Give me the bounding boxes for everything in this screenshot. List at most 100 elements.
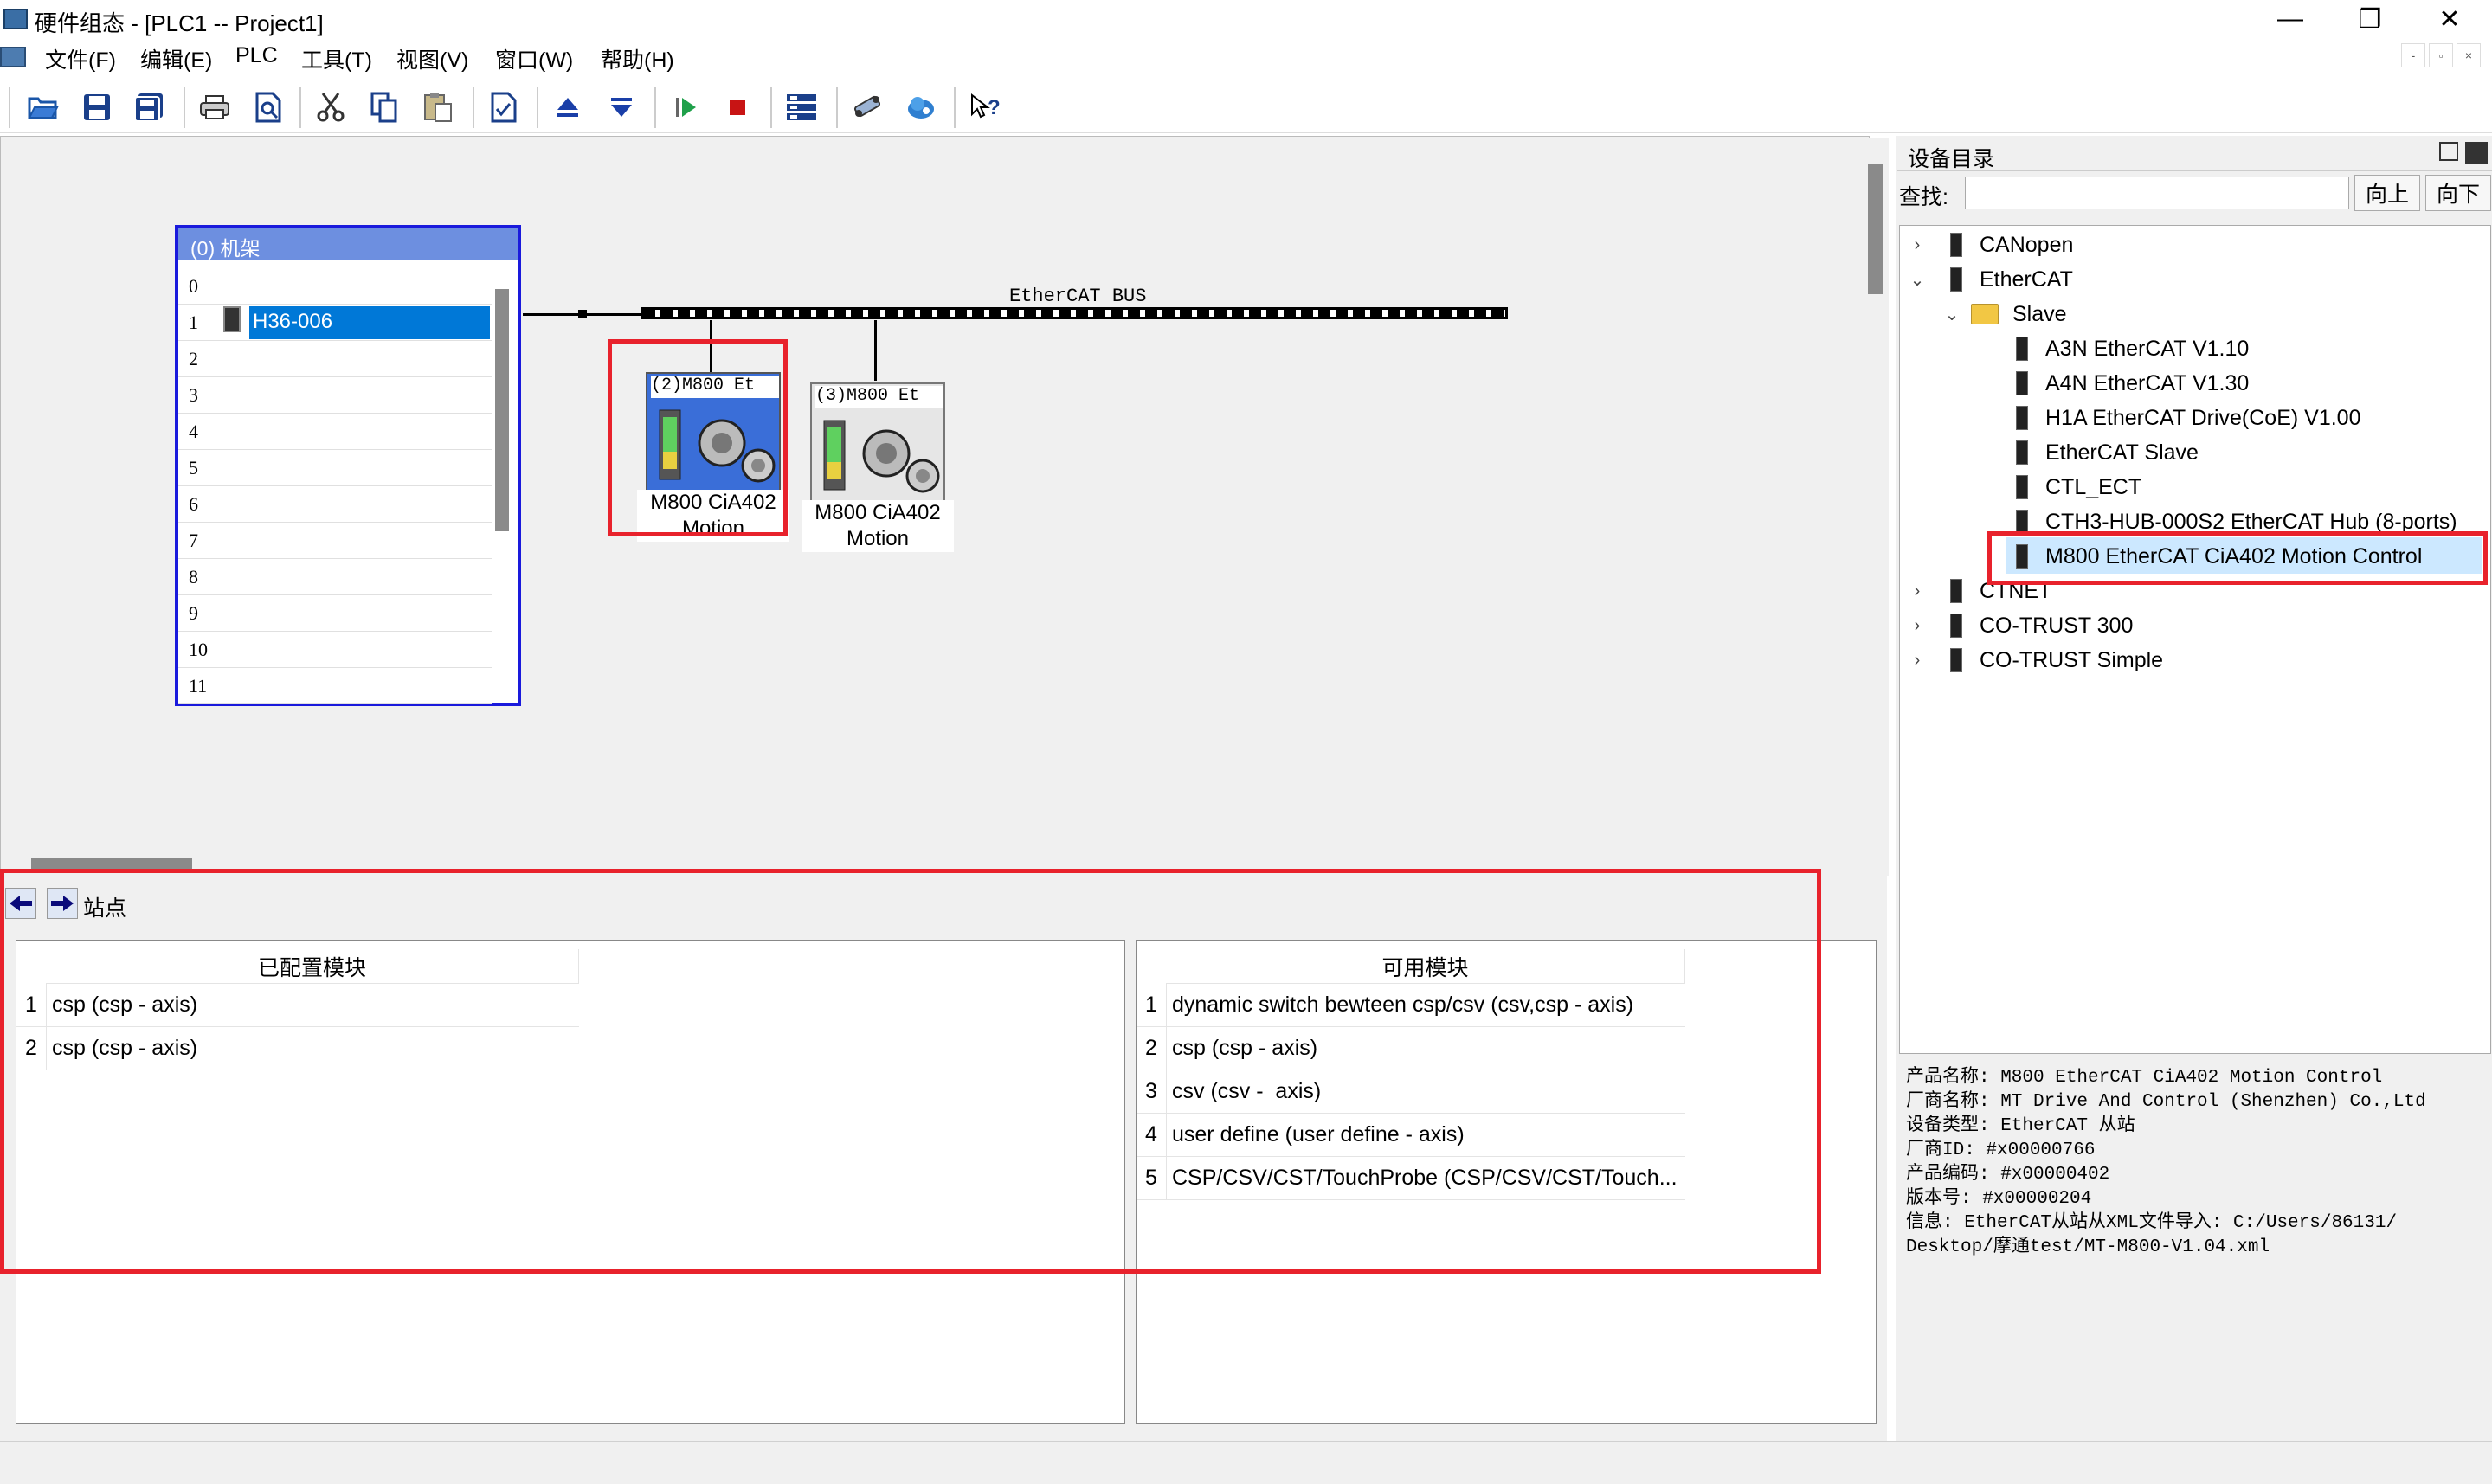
catalog-tree[interactable]: › CANopen ⌄ EtherCAT ⌄ Slave A3N EtherCA… (1899, 225, 2491, 1054)
mdi-close-button[interactable]: × (2457, 43, 2481, 67)
rack-row[interactable]: 2 (178, 341, 492, 377)
rack-row[interactable]: 8 (178, 559, 492, 595)
print-preview-icon[interactable] (249, 88, 287, 126)
rack-row[interactable]: 5 (178, 450, 492, 486)
pin-panel-icon[interactable] (2465, 142, 2488, 164)
rack-row[interactable]: 11 (178, 668, 492, 704)
tree-label: A3N EtherCAT V1.10 (2045, 336, 2250, 361)
rack-scroll-thumb[interactable] (495, 289, 509, 531)
child-window-icon[interactable] (0, 47, 26, 67)
rack-row[interactable]: 3 (178, 377, 492, 414)
highlight-catalog-item (1987, 531, 2488, 585)
print-icon[interactable] (196, 88, 234, 126)
rack-slot[interactable] (222, 633, 490, 666)
rack[interactable]: (0) 机架 0 1 H36-006 2 3 4 5 6 7 8 9 10 11 (175, 225, 521, 706)
tree-label: H1A EtherCAT Drive(CoE) V1.00 (2045, 405, 2361, 430)
rack-row[interactable]: 7 (178, 523, 492, 559)
menu-help[interactable]: 帮助(H) (601, 43, 674, 74)
list-icon[interactable] (782, 88, 821, 126)
restore-button[interactable]: ❐ (2330, 0, 2410, 38)
tree-item-a3n[interactable]: A3N EtherCAT V1.10 (2016, 331, 2249, 366)
tree-item-ethercat[interactable]: ⌄ EtherCAT (1907, 262, 2073, 297)
rack-slot[interactable] (222, 343, 490, 376)
menu-tools[interactable]: 工具(T) (301, 43, 372, 74)
menu-window[interactable]: 窗口(W) (495, 43, 573, 74)
rack-slot[interactable] (222, 488, 490, 521)
copy-icon[interactable] (365, 88, 403, 126)
tree-item-canopen[interactable]: › CANopen (1907, 228, 2073, 262)
canvas-vertical-scrollbar[interactable] (1863, 138, 1889, 876)
rack-slot[interactable] (222, 415, 490, 448)
minimize-button[interactable]: — (2251, 0, 2330, 38)
rack-slot[interactable] (222, 379, 490, 412)
rack-slot[interactable] (222, 524, 490, 557)
toolbar-separator (537, 87, 538, 128)
move-up-icon[interactable] (549, 88, 587, 126)
tree-item-co-trust-300[interactable]: › CO-TRUST 300 (1907, 608, 2133, 643)
save-icon[interactable] (78, 88, 116, 126)
chevron-down-icon[interactable]: ⌄ (1941, 304, 1962, 325)
chevron-right-icon[interactable]: › (1907, 581, 1928, 601)
device-label-line2: Motion (846, 527, 910, 550)
mdi-restore-button[interactable]: ▫ (2429, 43, 2453, 67)
toolbar-separator (473, 87, 474, 128)
save-all-icon[interactable] (130, 88, 168, 126)
cut-icon[interactable] (312, 88, 350, 126)
rack-row-number: 7 (189, 530, 198, 551)
rack-slot[interactable] (222, 670, 490, 703)
search-input[interactable] (1965, 177, 2349, 209)
stop-icon[interactable] (718, 88, 757, 126)
cloud-icon[interactable] (902, 88, 940, 126)
rack-row[interactable]: 10 (178, 632, 492, 668)
folder-icon (1971, 304, 1999, 324)
tree-item-a4n[interactable]: A4N EtherCAT V1.30 (2016, 366, 2249, 401)
rack-slot[interactable] (222, 452, 490, 485)
search-label: 查找: (1899, 185, 1948, 209)
menu-view[interactable]: 视图(V) (396, 43, 468, 74)
rack-row[interactable]: 4 (178, 414, 492, 450)
chevron-down-icon[interactable]: ⌄ (1907, 269, 1928, 291)
search-down-button[interactable]: 向下 (2425, 175, 2491, 211)
info-version: 版本号: #x00000204 (1906, 1189, 2092, 1209)
chevron-right-icon[interactable]: › (1907, 651, 1928, 671)
device-icon (2016, 475, 2028, 499)
close-button[interactable]: ✕ (2410, 0, 2489, 38)
help-icon[interactable]: ? (966, 88, 1004, 126)
paste-icon[interactable] (419, 88, 457, 126)
move-down-icon[interactable] (602, 88, 641, 126)
tree-item-slave[interactable]: ⌄ Slave (1941, 297, 2067, 331)
open-icon[interactable] (24, 88, 62, 126)
check-icon[interactable] (485, 88, 523, 126)
menu-file[interactable]: 文件(F) (45, 43, 116, 74)
vertical-scroll-thumb[interactable] (1868, 164, 1883, 294)
rack-row[interactable]: 6 (178, 486, 492, 523)
mdi-minimize-button[interactable]: - (2401, 43, 2425, 67)
device-icon (1950, 233, 1962, 257)
tree-item-ethercat-slave[interactable]: EtherCAT Slave (2016, 435, 2199, 470)
device-icon (1950, 267, 1962, 292)
tree-item-h1a[interactable]: H1A EtherCAT Drive(CoE) V1.00 (2016, 401, 2361, 435)
float-panel-icon[interactable] (2439, 142, 2458, 161)
run-icon[interactable] (666, 88, 705, 126)
network-icon[interactable] (848, 88, 886, 126)
menu-plc[interactable]: PLC (235, 43, 278, 68)
selected-module-cell[interactable]: H36-006 (249, 306, 490, 339)
rack-slot[interactable] (222, 270, 490, 303)
device-icon (1950, 648, 1962, 672)
chevron-right-icon[interactable]: › (1907, 235, 1928, 255)
rack-row[interactable]: 0 (178, 268, 492, 305)
rack-row[interactable]: 9 (178, 595, 492, 632)
tree-label: CANopen (1980, 232, 2074, 257)
chevron-right-icon[interactable]: › (1907, 616, 1928, 636)
tree-label: CO-TRUST 300 (1980, 613, 2134, 638)
device-icon (2016, 510, 2028, 534)
search-up-button[interactable]: 向上 (2354, 175, 2420, 211)
rack-slot[interactable] (222, 597, 490, 630)
rack-row-selected[interactable]: 1 H36-006 (178, 305, 492, 341)
menu-edit[interactable]: 编辑(E) (140, 43, 212, 74)
ethercat-bus[interactable] (641, 307, 1508, 319)
device-m800-station-3[interactable]: (3)M800 Et M800 CiA402 Motion (802, 382, 954, 552)
tree-item-co-trust-simple[interactable]: › CO-TRUST Simple (1907, 643, 2163, 678)
tree-item-ctl-ect[interactable]: CTL_ECT (2016, 470, 2141, 504)
rack-slot[interactable] (222, 561, 490, 594)
